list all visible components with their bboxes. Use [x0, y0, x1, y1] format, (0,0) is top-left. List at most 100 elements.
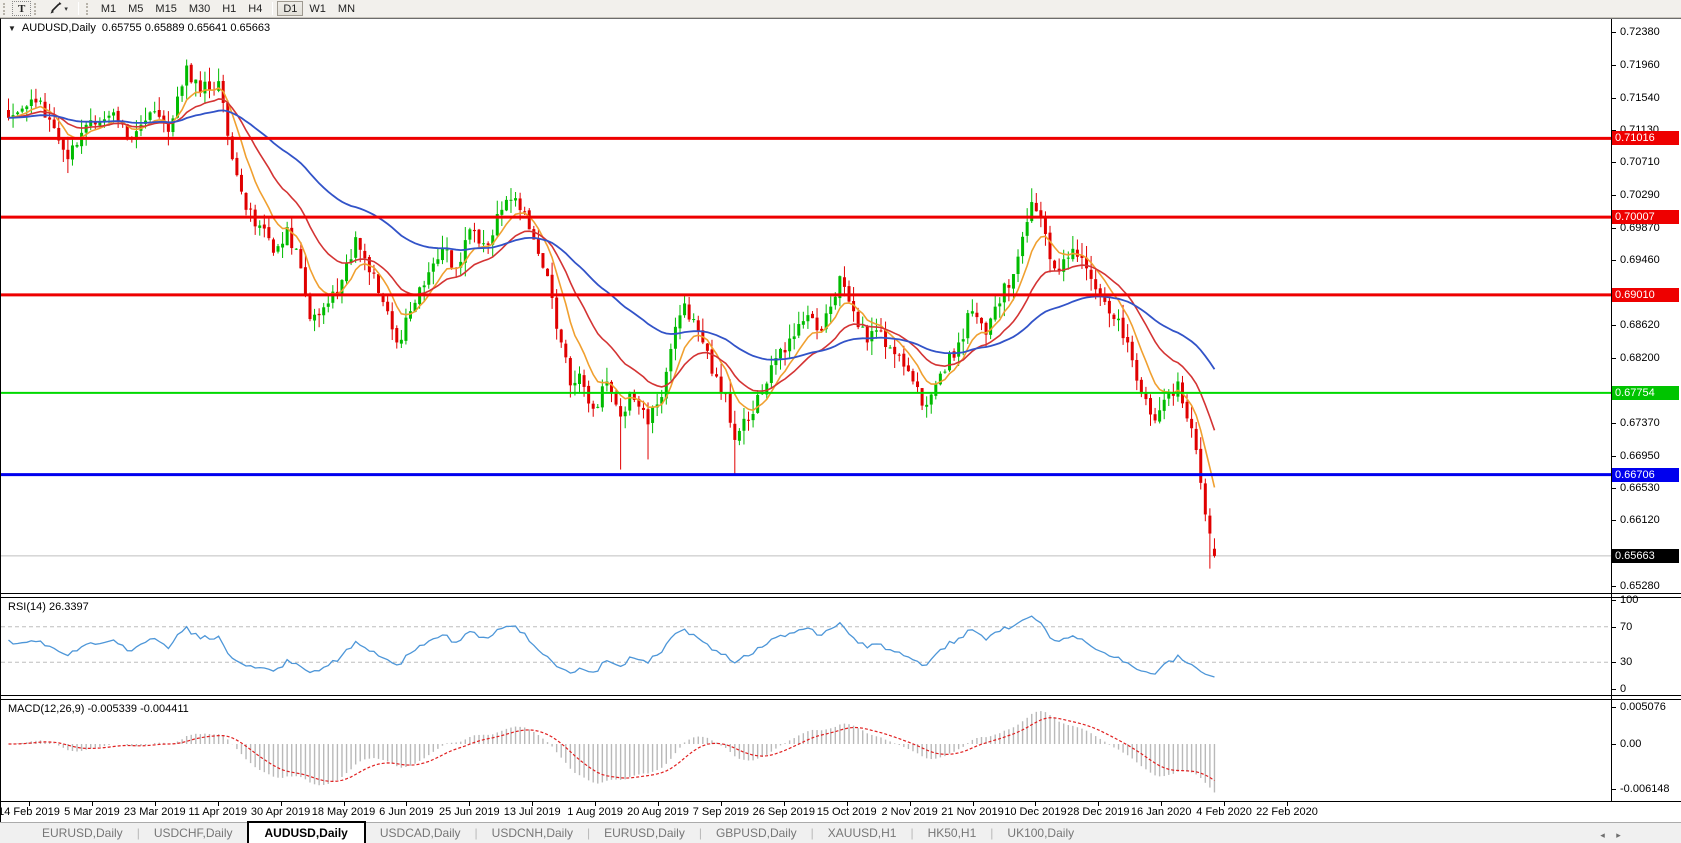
tab-usdcad-daily[interactable]: USDCAD,Daily [366, 823, 475, 843]
timeframe-button-mn[interactable]: MN [332, 1, 361, 16]
tab-scroll-right-button[interactable]: ▸ [1612, 829, 1625, 842]
toolbar-grip[interactable] [34, 3, 39, 15]
price-axis-label: 0.68620 [1620, 319, 1660, 331]
macd-label: MACD(12,26,9) -0.005339 -0.004411 [8, 703, 189, 715]
date-label: 6 Jun 2019 [379, 806, 433, 818]
rsi-plot[interactable] [1, 598, 1611, 695]
macd-axis-tick [1611, 707, 1616, 708]
price-level-badge: 0.65663 [1612, 549, 1679, 563]
rsi-panel[interactable]: RSI(14) 26.3397 [1, 597, 1681, 696]
price-axis-label: 0.72380 [1620, 26, 1660, 38]
chevron-down-icon: ▾ [64, 5, 68, 13]
rsi-axis-label: 0 [1620, 683, 1626, 695]
price-axis-label: 0.67370 [1620, 417, 1660, 429]
price-axis-label: 0.66120 [1620, 514, 1660, 526]
macd-axis-label: 0.005076 [1620, 701, 1666, 713]
price-axis-tick [1611, 325, 1616, 326]
date-label: 10 Dec 2019 [1004, 806, 1066, 818]
date-label: 25 Jun 2019 [439, 806, 500, 818]
timeframe-button-m5[interactable]: M5 [122, 1, 149, 16]
tab-usdchf-daily[interactable]: USDCHF,Daily [140, 823, 247, 843]
date-label: 13 Jul 2019 [504, 806, 561, 818]
macd-axis-label: 0.00 [1620, 738, 1641, 750]
chart-ohlc-values: 0.65755 0.65889 0.65641 0.65663 [102, 22, 270, 34]
timeframe-button-m1[interactable]: M1 [95, 1, 122, 16]
date-label: 26 Sep 2019 [753, 806, 815, 818]
timeframe-buttons: M1M5M15M30H1H4 D1W1MN [95, 1, 361, 16]
date-axis: 14 Feb 2019 5 Mar 2019 23 Mar 201911 Apr 2… [1, 802, 1681, 823]
macd-axis-label: -0.006148 [1620, 783, 1670, 795]
date-label: 16 Jan 2020 [1131, 806, 1192, 818]
timeframe-button-m15[interactable]: M15 [149, 1, 182, 16]
timeframe-button-h4[interactable]: H4 [242, 1, 268, 16]
toolbar: T ▾ M1M5M15M30H1H4 D1W1MN [0, 0, 1681, 18]
crosshair-arrows-tool-button[interactable]: ▾ [43, 1, 74, 16]
price-axis-tick [1611, 520, 1616, 521]
tab-eurusd-daily[interactable]: EURUSD,Daily [28, 823, 137, 843]
price-axis-tick [1611, 162, 1616, 163]
rsi-axis-tick [1611, 627, 1616, 628]
price-axis-tick [1611, 98, 1616, 99]
toolbar-grip[interactable] [3, 3, 8, 15]
tab-gbpusd-daily[interactable]: GBPUSD,Daily [702, 823, 811, 843]
diagonal-arrows-icon [49, 1, 62, 17]
date-label: 23 Mar 2019 [124, 806, 186, 818]
date-label: 7 Sep 2019 [693, 806, 749, 818]
price-level-badge: 0.70007 [1612, 210, 1679, 224]
price-chart-panel[interactable]: ▼ AUDUSD,Daily 0.65755 0.65889 0.65641 0… [1, 19, 1681, 594]
rsi-axis-label: 30 [1620, 656, 1632, 668]
price-axis-label: 0.66950 [1620, 450, 1660, 462]
price-axis-label: 0.69460 [1620, 254, 1660, 266]
timeframe-button-m30[interactable]: M30 [183, 1, 216, 16]
price-axis-tick [1611, 195, 1616, 196]
price-axis-tick [1611, 130, 1616, 131]
rsi-axis-label: 100 [1620, 594, 1638, 606]
date-label: 4 Feb 2020 [1196, 806, 1252, 818]
date-label: 21 Nov 2019 [941, 806, 1003, 818]
chart-title: ▼ AUDUSD,Daily 0.65755 0.65889 0.65641 0… [8, 22, 270, 34]
price-level-badge: 0.66706 [1612, 468, 1679, 482]
mt4-window: T ▾ M1M5M15M30H1H4 D1W1MN ▼ AUDUSD,Daily … [0, 0, 1681, 843]
price-axis-tick [1611, 32, 1616, 33]
rsi-axis-tick [1611, 662, 1616, 663]
price-axis-tick [1611, 456, 1616, 457]
toolbar-separator [78, 2, 79, 15]
macd-plot[interactable] [1, 700, 1611, 801]
price-level-badge: 0.69010 [1612, 288, 1679, 302]
date-label: 1 Aug 2019 [567, 806, 623, 818]
collapse-triangle-icon[interactable]: ▼ [8, 24, 16, 33]
date-label: 11 Apr 2019 [188, 806, 247, 818]
price-axis-tick [1611, 586, 1616, 587]
tab-audusd-daily[interactable]: AUDUSD,Daily [247, 821, 366, 843]
date-label: 14 Feb 2019 [0, 806, 60, 818]
macd-axis-tick [1611, 744, 1616, 745]
text-tool-button[interactable]: T [12, 1, 31, 16]
tab-usdcnh-daily[interactable]: USDCNH,Daily [478, 823, 587, 843]
tab-eurusd-daily[interactable]: EURUSD,Daily [590, 823, 699, 843]
price-axis-label: 0.66530 [1620, 482, 1660, 494]
tab-xauusd-h1[interactable]: XAUUSD,H1 [814, 823, 911, 843]
price-axis-label: 0.68200 [1620, 352, 1660, 364]
price-axis-label: 0.65280 [1620, 580, 1660, 592]
tab-scroll-left-button[interactable]: ◂ [1596, 829, 1609, 842]
chart-tab-bar: EURUSD,Daily|USDCHF,DailyAUDUSD,DailyUSD… [0, 822, 1681, 843]
toolbar-separator [272, 2, 273, 15]
toolbar-grip[interactable] [86, 3, 91, 15]
price-axis-tick [1611, 260, 1616, 261]
date-label: 5 Mar 2019 [64, 806, 120, 818]
rsi-axis-label: 70 [1620, 621, 1632, 633]
macd-panel[interactable]: MACD(12,26,9) -0.005339 -0.004411 [1, 699, 1681, 802]
chart-symbol-label: AUDUSD,Daily [22, 22, 96, 34]
price-axis-label: 0.71540 [1620, 92, 1660, 104]
price-axis-tick [1611, 228, 1616, 229]
timeframe-button-h1[interactable]: H1 [216, 1, 242, 16]
tab-uk100-daily[interactable]: UK100,Daily [993, 823, 1088, 843]
price-chart-plot[interactable] [1, 19, 1611, 593]
timeframe-button-w1[interactable]: W1 [303, 1, 332, 16]
tab-hk50-h1[interactable]: HK50,H1 [914, 823, 991, 843]
date-label: 15 Oct 2019 [817, 806, 877, 818]
price-axis-tick [1611, 488, 1616, 489]
price-axis-tick [1611, 423, 1616, 424]
timeframe-button-d1[interactable]: D1 [277, 1, 303, 16]
date-label: 20 Aug 2019 [627, 806, 689, 818]
